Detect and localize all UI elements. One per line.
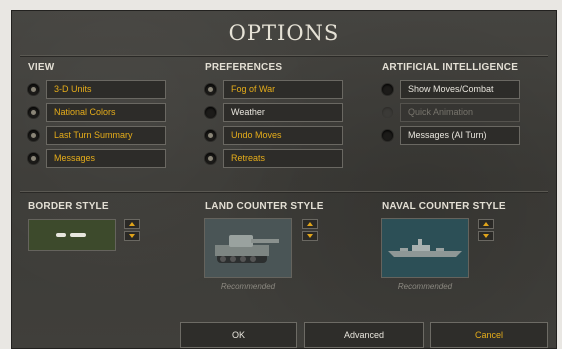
border-style-heading: BORDER STYLE (28, 201, 109, 212)
radio-national-colors[interactable] (28, 107, 39, 118)
cancel-button[interactable]: Cancel (430, 322, 548, 348)
naval-counter-preview (381, 218, 469, 278)
label-show-moves-combat[interactable]: Show Moves/Combat (400, 80, 520, 99)
section-divider (20, 191, 548, 193)
radio-messages[interactable] (28, 153, 39, 164)
radio-show-moves-combat[interactable] (382, 84, 393, 95)
options-dialog: OPTIONS VIEW 3-D Units National Colors L… (11, 10, 557, 349)
border-dashes-icon (56, 233, 86, 237)
border-style-up-arrow[interactable] (124, 219, 140, 229)
tank-icon (215, 235, 279, 263)
battleship-icon (388, 239, 462, 257)
preferences-heading: PREFERENCES (205, 62, 283, 73)
label-undo-moves[interactable]: Undo Moves (223, 126, 343, 145)
radio-fog-of-war[interactable] (205, 84, 216, 95)
land-counter-up-arrow[interactable] (302, 219, 318, 229)
border-style-down-arrow[interactable] (124, 231, 140, 241)
radio-messages-ai-turn[interactable] (382, 130, 393, 141)
radio-last-turn-summary[interactable] (28, 130, 39, 141)
naval-counter-note: Recommended (397, 282, 453, 291)
ai-heading: ARTIFICIAL INTELLIGENCE (382, 62, 519, 73)
radio-weather[interactable] (205, 107, 216, 118)
label-quick-animation: Quick Animation (400, 103, 520, 122)
naval-counter-up-arrow[interactable] (478, 219, 494, 229)
label-messages[interactable]: Messages (46, 149, 166, 168)
label-national-colors[interactable]: National Colors (46, 103, 166, 122)
label-weather[interactable]: Weather (223, 103, 343, 122)
ok-button[interactable]: OK (180, 322, 297, 348)
land-counter-preview (204, 218, 292, 278)
radio-3d-units[interactable] (28, 84, 39, 95)
radio-retreats[interactable] (205, 153, 216, 164)
radio-quick-animation (382, 107, 393, 118)
radio-undo-moves[interactable] (205, 130, 216, 141)
label-messages-ai-turn[interactable]: Messages (AI Turn) (400, 126, 520, 145)
naval-counter-stepper[interactable] (478, 219, 494, 241)
advanced-button[interactable]: Advanced (304, 322, 424, 348)
label-retreats[interactable]: Retreats (223, 149, 343, 168)
label-3d-units[interactable]: 3-D Units (46, 80, 166, 99)
land-counter-down-arrow[interactable] (302, 231, 318, 241)
label-last-turn-summary[interactable]: Last Turn Summary (46, 126, 166, 145)
border-style-stepper[interactable] (124, 219, 140, 241)
label-fog-of-war[interactable]: Fog of War (223, 80, 343, 99)
view-heading: VIEW (28, 62, 55, 73)
land-counter-note: Recommended (220, 282, 276, 291)
land-counter-style-heading: LAND COUNTER STYLE (205, 201, 324, 212)
dialog-title: OPTIONS (228, 21, 340, 45)
naval-counter-down-arrow[interactable] (478, 231, 494, 241)
title-divider (20, 55, 548, 57)
naval-counter-style-heading: NAVAL COUNTER STYLE (382, 201, 506, 212)
border-style-preview (28, 219, 116, 251)
land-counter-stepper[interactable] (302, 219, 318, 241)
